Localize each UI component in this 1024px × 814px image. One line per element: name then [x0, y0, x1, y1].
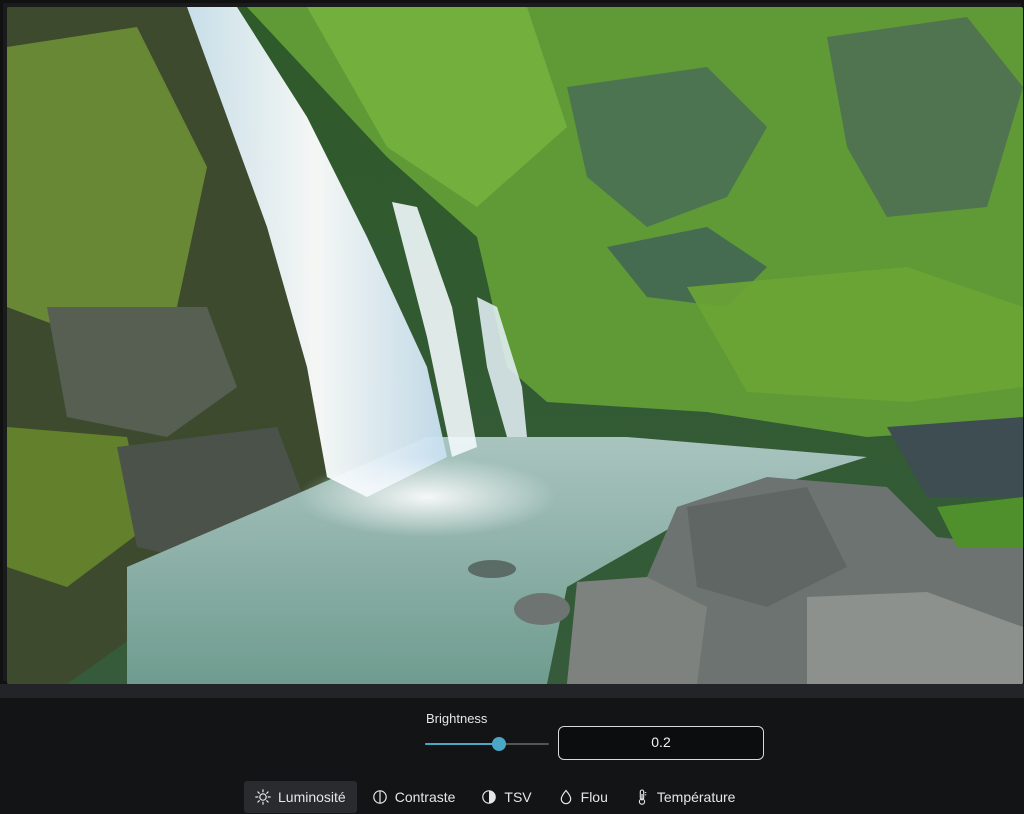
waterfall-photo	[7, 7, 1023, 684]
slider-fill	[425, 743, 500, 745]
tool-label: Température	[656, 789, 736, 805]
contrast-icon	[372, 789, 388, 805]
drop-icon	[558, 789, 574, 805]
brightness-slider[interactable]	[425, 736, 549, 752]
photo-preview	[7, 7, 1023, 684]
tool-flou[interactable]: Flou	[547, 781, 619, 813]
tool-label: Luminosité	[278, 789, 346, 805]
tool-label: Contraste	[394, 789, 456, 805]
adjustment-toolbar: Luminosité Contraste TSV Flou Températur…	[244, 781, 746, 813]
tool-luminosite[interactable]: Luminosité	[244, 781, 357, 813]
tool-label: TSV	[504, 789, 532, 805]
brightness-value-input[interactable]: 0.2	[558, 726, 764, 760]
slider-thumb[interactable]	[492, 737, 507, 751]
tool-label: Flou	[580, 789, 608, 805]
adjustment-label: Brightness	[426, 711, 488, 726]
thermometer-icon	[634, 789, 650, 805]
half-circle-icon	[481, 789, 497, 805]
tool-tsv[interactable]: TSV	[470, 781, 542, 813]
image-canvas	[0, 0, 1024, 684]
tool-temperature[interactable]: Température	[623, 781, 747, 813]
tool-contraste[interactable]: Contraste	[361, 781, 467, 813]
sun-icon	[255, 789, 271, 805]
canvas-divider	[0, 684, 1024, 698]
